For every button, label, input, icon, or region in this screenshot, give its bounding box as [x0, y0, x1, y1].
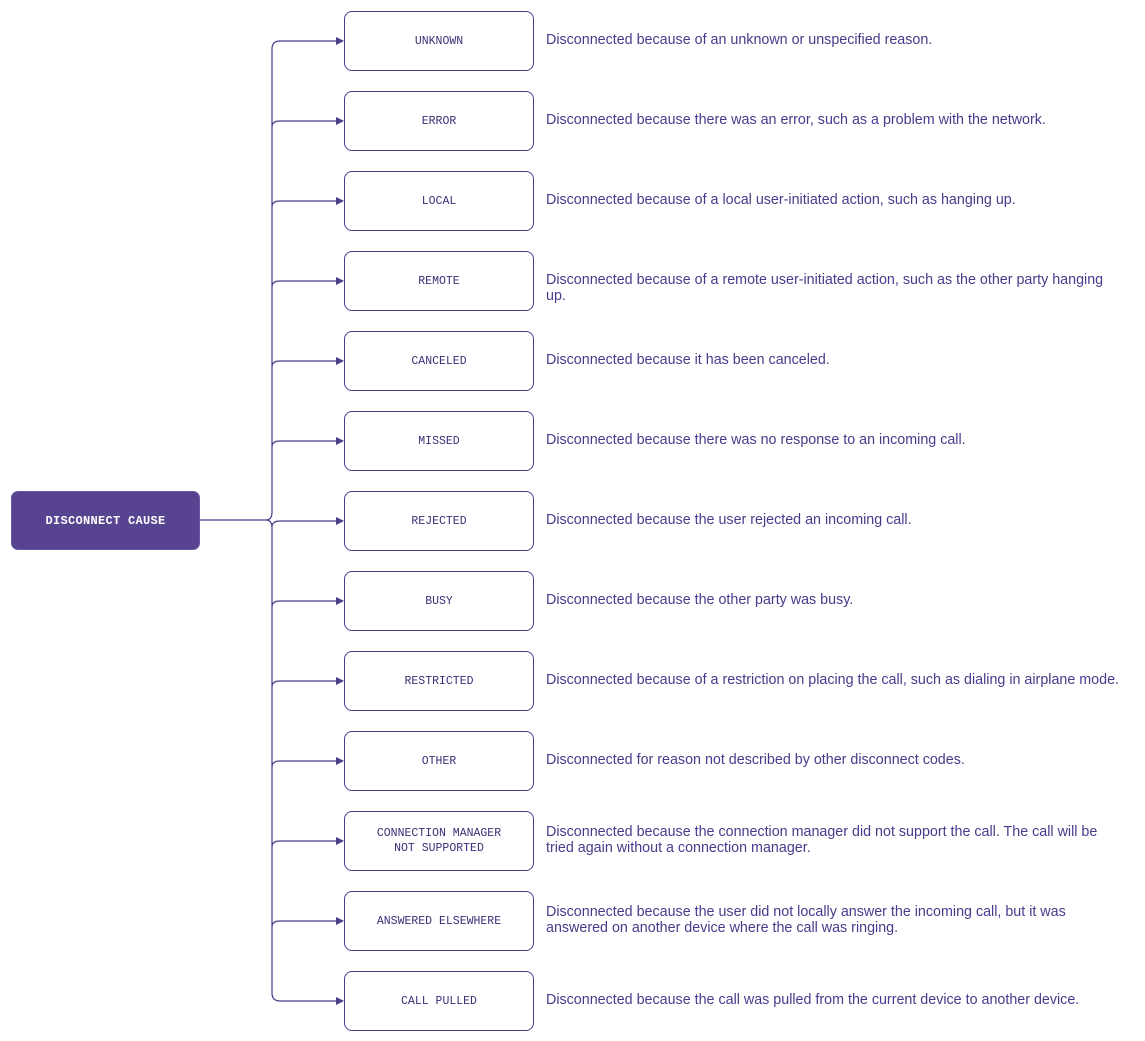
arrow-to-restricted — [271, 677, 344, 688]
cause-description-missed: Disconnected because there was no respon… — [546, 432, 966, 448]
arrow-to-unknown — [271, 37, 344, 50]
cause-description-unknown: Disconnected because of an unknown or un… — [546, 32, 933, 48]
cause-node-remote: REMOTE — [344, 251, 534, 311]
cause-node-error: ERROR — [344, 91, 534, 151]
trunk-connector — [265, 49, 273, 993]
arrow-to-rejected — [271, 517, 344, 528]
root-node-disconnect-cause: DISCONNECT CAUSE — [11, 491, 200, 550]
cause-node-connection-manager-not-supported: CONNECTION MANAGER NOT SUPPORTED — [344, 811, 534, 871]
arrow-to-busy — [271, 597, 344, 608]
cause-node-answered-elsewhere: ANSWERED ELSEWHERE — [344, 891, 534, 951]
cause-node-unknown: UNKNOWN — [344, 11, 534, 71]
cause-node-rejected: REJECTED — [344, 491, 534, 551]
cause-node-local: LOCAL — [344, 171, 534, 231]
cause-node-restricted: RESTRICTED — [344, 651, 534, 711]
arrow-to-other — [271, 757, 344, 768]
cause-node-missed: MISSED — [344, 411, 534, 471]
arrow-to-call-pulled — [271, 992, 344, 1005]
cause-node-canceled: CANCELED — [344, 331, 534, 391]
arrow-to-answered-elsewhere — [271, 917, 344, 928]
arrow-to-error — [271, 117, 344, 128]
arrow-to-connection-manager-not-supported — [271, 837, 344, 848]
arrow-to-local — [271, 197, 344, 208]
cause-description-busy: Disconnected because the other party was… — [546, 592, 854, 608]
cause-description-remote: Disconnected because of a remote user-in… — [546, 272, 1104, 304]
cause-description-error: Disconnected because there was an error,… — [546, 112, 1046, 128]
arrow-to-remote — [271, 277, 344, 288]
cause-description-other: Disconnected for reason not described by… — [546, 752, 965, 768]
cause-description-call-pulled: Disconnected because the call was pulled… — [546, 992, 1080, 1008]
cause-description-rejected: Disconnected because the user rejected a… — [546, 512, 912, 528]
cause-description-connection-manager-not-supported: Disconnected because the connection mana… — [546, 824, 1098, 856]
cause-description-local: Disconnected because of a local user-ini… — [546, 192, 1016, 208]
cause-node-busy: BUSY — [344, 571, 534, 631]
cause-description-answered-elsewhere: Disconnected because the user did not lo… — [546, 904, 1066, 936]
cause-node-call-pulled: CALL PULLED — [344, 971, 534, 1031]
cause-description-canceled: Disconnected because it has been cancele… — [546, 352, 830, 368]
arrow-to-missed — [271, 437, 344, 448]
arrow-to-canceled — [271, 357, 344, 368]
cause-description-restricted: Disconnected because of a restriction on… — [546, 672, 1120, 688]
cause-node-other: OTHER — [344, 731, 534, 791]
